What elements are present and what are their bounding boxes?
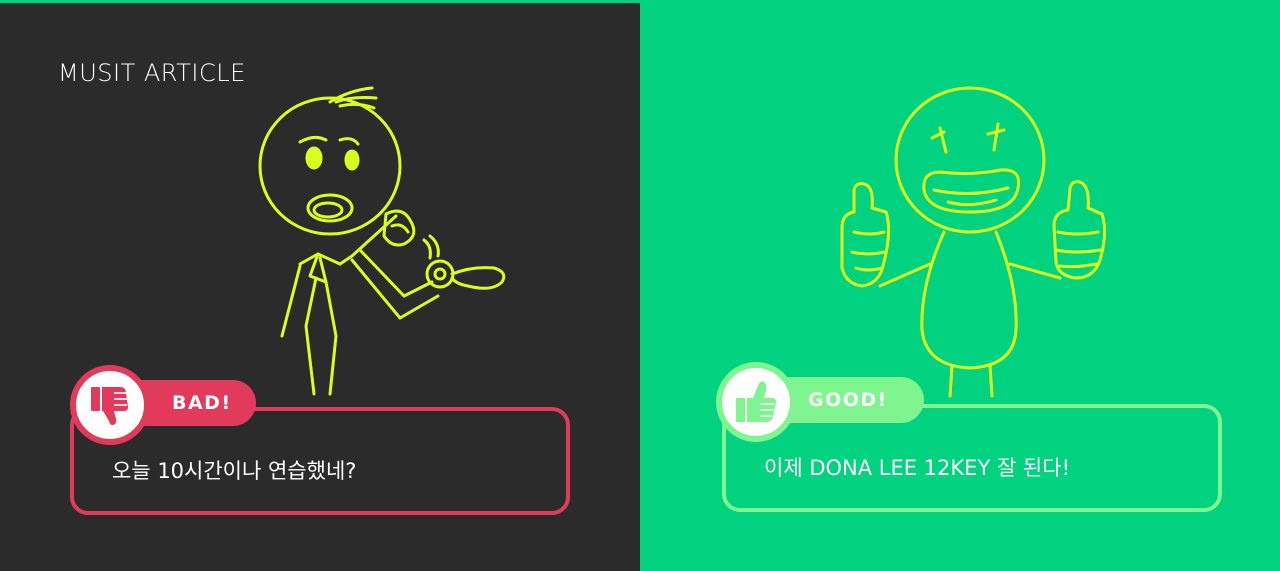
good-message-text: 이제 DONA LEE 12KEY 잘 된다! xyxy=(764,456,1070,480)
bad-badge-label: BAD! xyxy=(172,392,232,414)
bad-badge-icon-circle xyxy=(70,365,150,445)
bad-panel: MUSIT ARTICLE 오늘 10시간이나 연습했네? BAD! xyxy=(0,0,640,571)
thumbs-down-icon xyxy=(91,387,128,425)
good-badge-icon-circle xyxy=(716,362,796,442)
thumbs-up-icon xyxy=(736,381,776,422)
bad-message-text: 오늘 10시간이나 연습했네? xyxy=(112,459,357,483)
good-badge-label: GOOD! xyxy=(808,389,888,411)
good-panel: 이제 DONA LEE 12KEY 잘 된다! GOOD! xyxy=(640,0,1280,571)
